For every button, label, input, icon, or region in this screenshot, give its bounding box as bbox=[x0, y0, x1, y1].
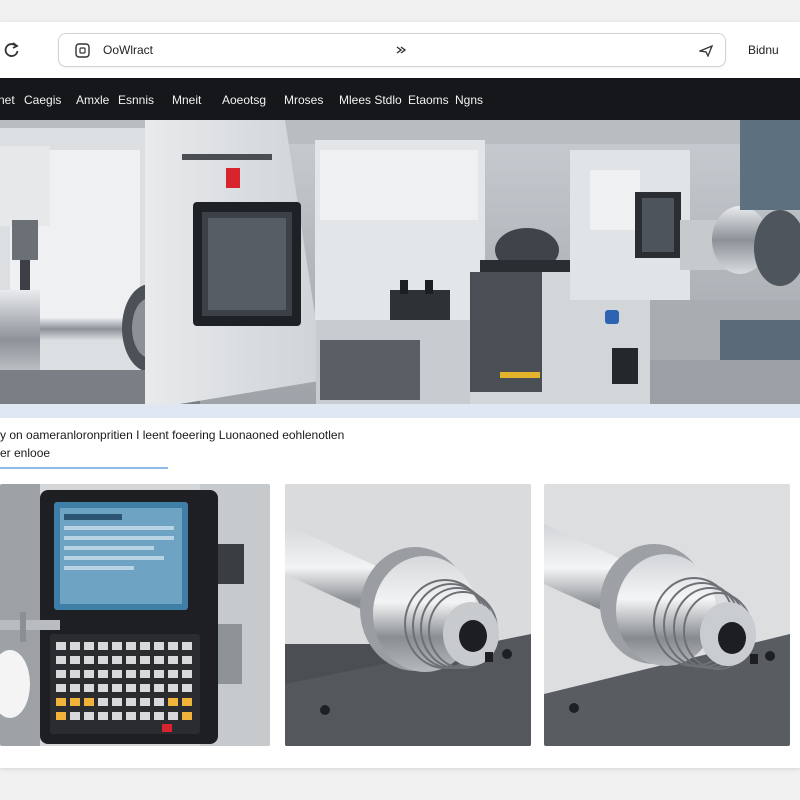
nav-item[interactable]: Ngns bbox=[455, 93, 483, 107]
nav-item[interactable]: net bbox=[0, 93, 15, 107]
site-navigation: net Caegis Amxle Esnnis Mneit Aoeotsg Mr… bbox=[0, 78, 800, 120]
thumbnail-control-panel[interactable] bbox=[0, 484, 270, 746]
caption-underline bbox=[0, 467, 168, 469]
caption-text: y on oameranloronpritien I leent foeerin… bbox=[0, 428, 345, 442]
thumbnail-shaft-closeup[interactable] bbox=[544, 484, 790, 746]
nav-item[interactable]: Mneit bbox=[172, 93, 201, 107]
nav-item[interactable]: Caegis bbox=[24, 93, 61, 107]
nav-item[interactable]: Mroses bbox=[284, 93, 323, 107]
reader-icon[interactable] bbox=[394, 43, 408, 57]
address-text[interactable]: OoWlract bbox=[103, 43, 153, 57]
nav-item[interactable]: Mlees Stdlo bbox=[339, 93, 402, 107]
browser-toolbar: OoWlract Bidnu bbox=[0, 22, 800, 78]
hero-image bbox=[0, 120, 800, 404]
nav-item[interactable]: Etaoms bbox=[408, 93, 449, 107]
nav-item[interactable]: Esnnis bbox=[118, 93, 154, 107]
airplane-icon[interactable] bbox=[697, 43, 714, 58]
nav-item[interactable]: Amxle bbox=[76, 93, 109, 107]
address-bar[interactable]: OoWlract bbox=[58, 33, 726, 67]
thumbnail-shaft[interactable] bbox=[285, 484, 531, 746]
caption-band bbox=[0, 404, 800, 418]
browser-window: OoWlract Bidnu net Caegis Amxle Esnnis M… bbox=[0, 22, 800, 768]
page-icon bbox=[75, 43, 90, 58]
nav-item[interactable]: Aoeotsg bbox=[222, 93, 266, 107]
reload-icon[interactable] bbox=[2, 40, 22, 60]
caption-text-continued: er enlooe bbox=[0, 446, 51, 460]
toolbar-label[interactable]: Bidnu bbox=[748, 43, 779, 57]
